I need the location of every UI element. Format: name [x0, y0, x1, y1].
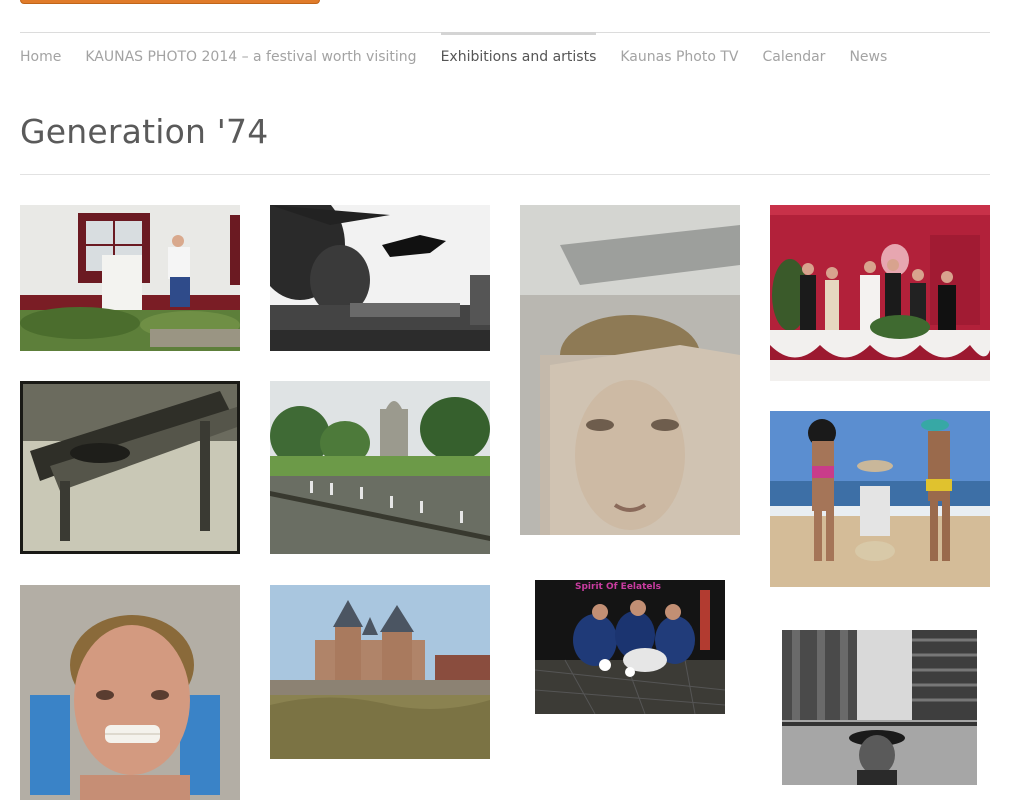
gallery-photo-police-night[interactable] [535, 580, 725, 714]
gallery-photo-wedding-party[interactable] [770, 205, 990, 381]
nav-item-kaunas-photo-tv[interactable]: Kaunas Photo TV [620, 33, 738, 73]
photo-overlay-caption: Spirit Of Eelatels [575, 582, 661, 592]
gallery-photo-jumping-figure[interactable] [270, 205, 490, 351]
nav-item-home[interactable]: Home [20, 33, 61, 73]
gallery-photo-grimacing-man[interactable] [20, 585, 240, 800]
gallery-photo-man-with-painting[interactable] [20, 205, 240, 351]
main-navigation: Home KAUNAS PHOTO 2014 – a festival wort… [20, 32, 911, 73]
nav-item-news[interactable]: News [849, 33, 887, 73]
gallery-photo-blurred-portrait[interactable] [520, 205, 740, 535]
title-divider [20, 174, 990, 175]
gallery-photo-beach-vendors[interactable] [770, 411, 990, 587]
gallery-photo-city-officer[interactable] [782, 630, 977, 785]
gallery-photo-river-ruins[interactable] [270, 381, 490, 554]
page-title: Generation '74 [20, 112, 269, 151]
header-banner-edge [20, 0, 320, 4]
nav-item-calendar[interactable]: Calendar [762, 33, 825, 73]
gallery-photo-castle[interactable] [270, 585, 490, 759]
gallery-photo-bench[interactable] [20, 381, 240, 554]
nav-item-festival[interactable]: KAUNAS PHOTO 2014 – a festival worth vis… [85, 33, 416, 73]
nav-item-exhibitions[interactable]: Exhibitions and artists [440, 32, 596, 73]
